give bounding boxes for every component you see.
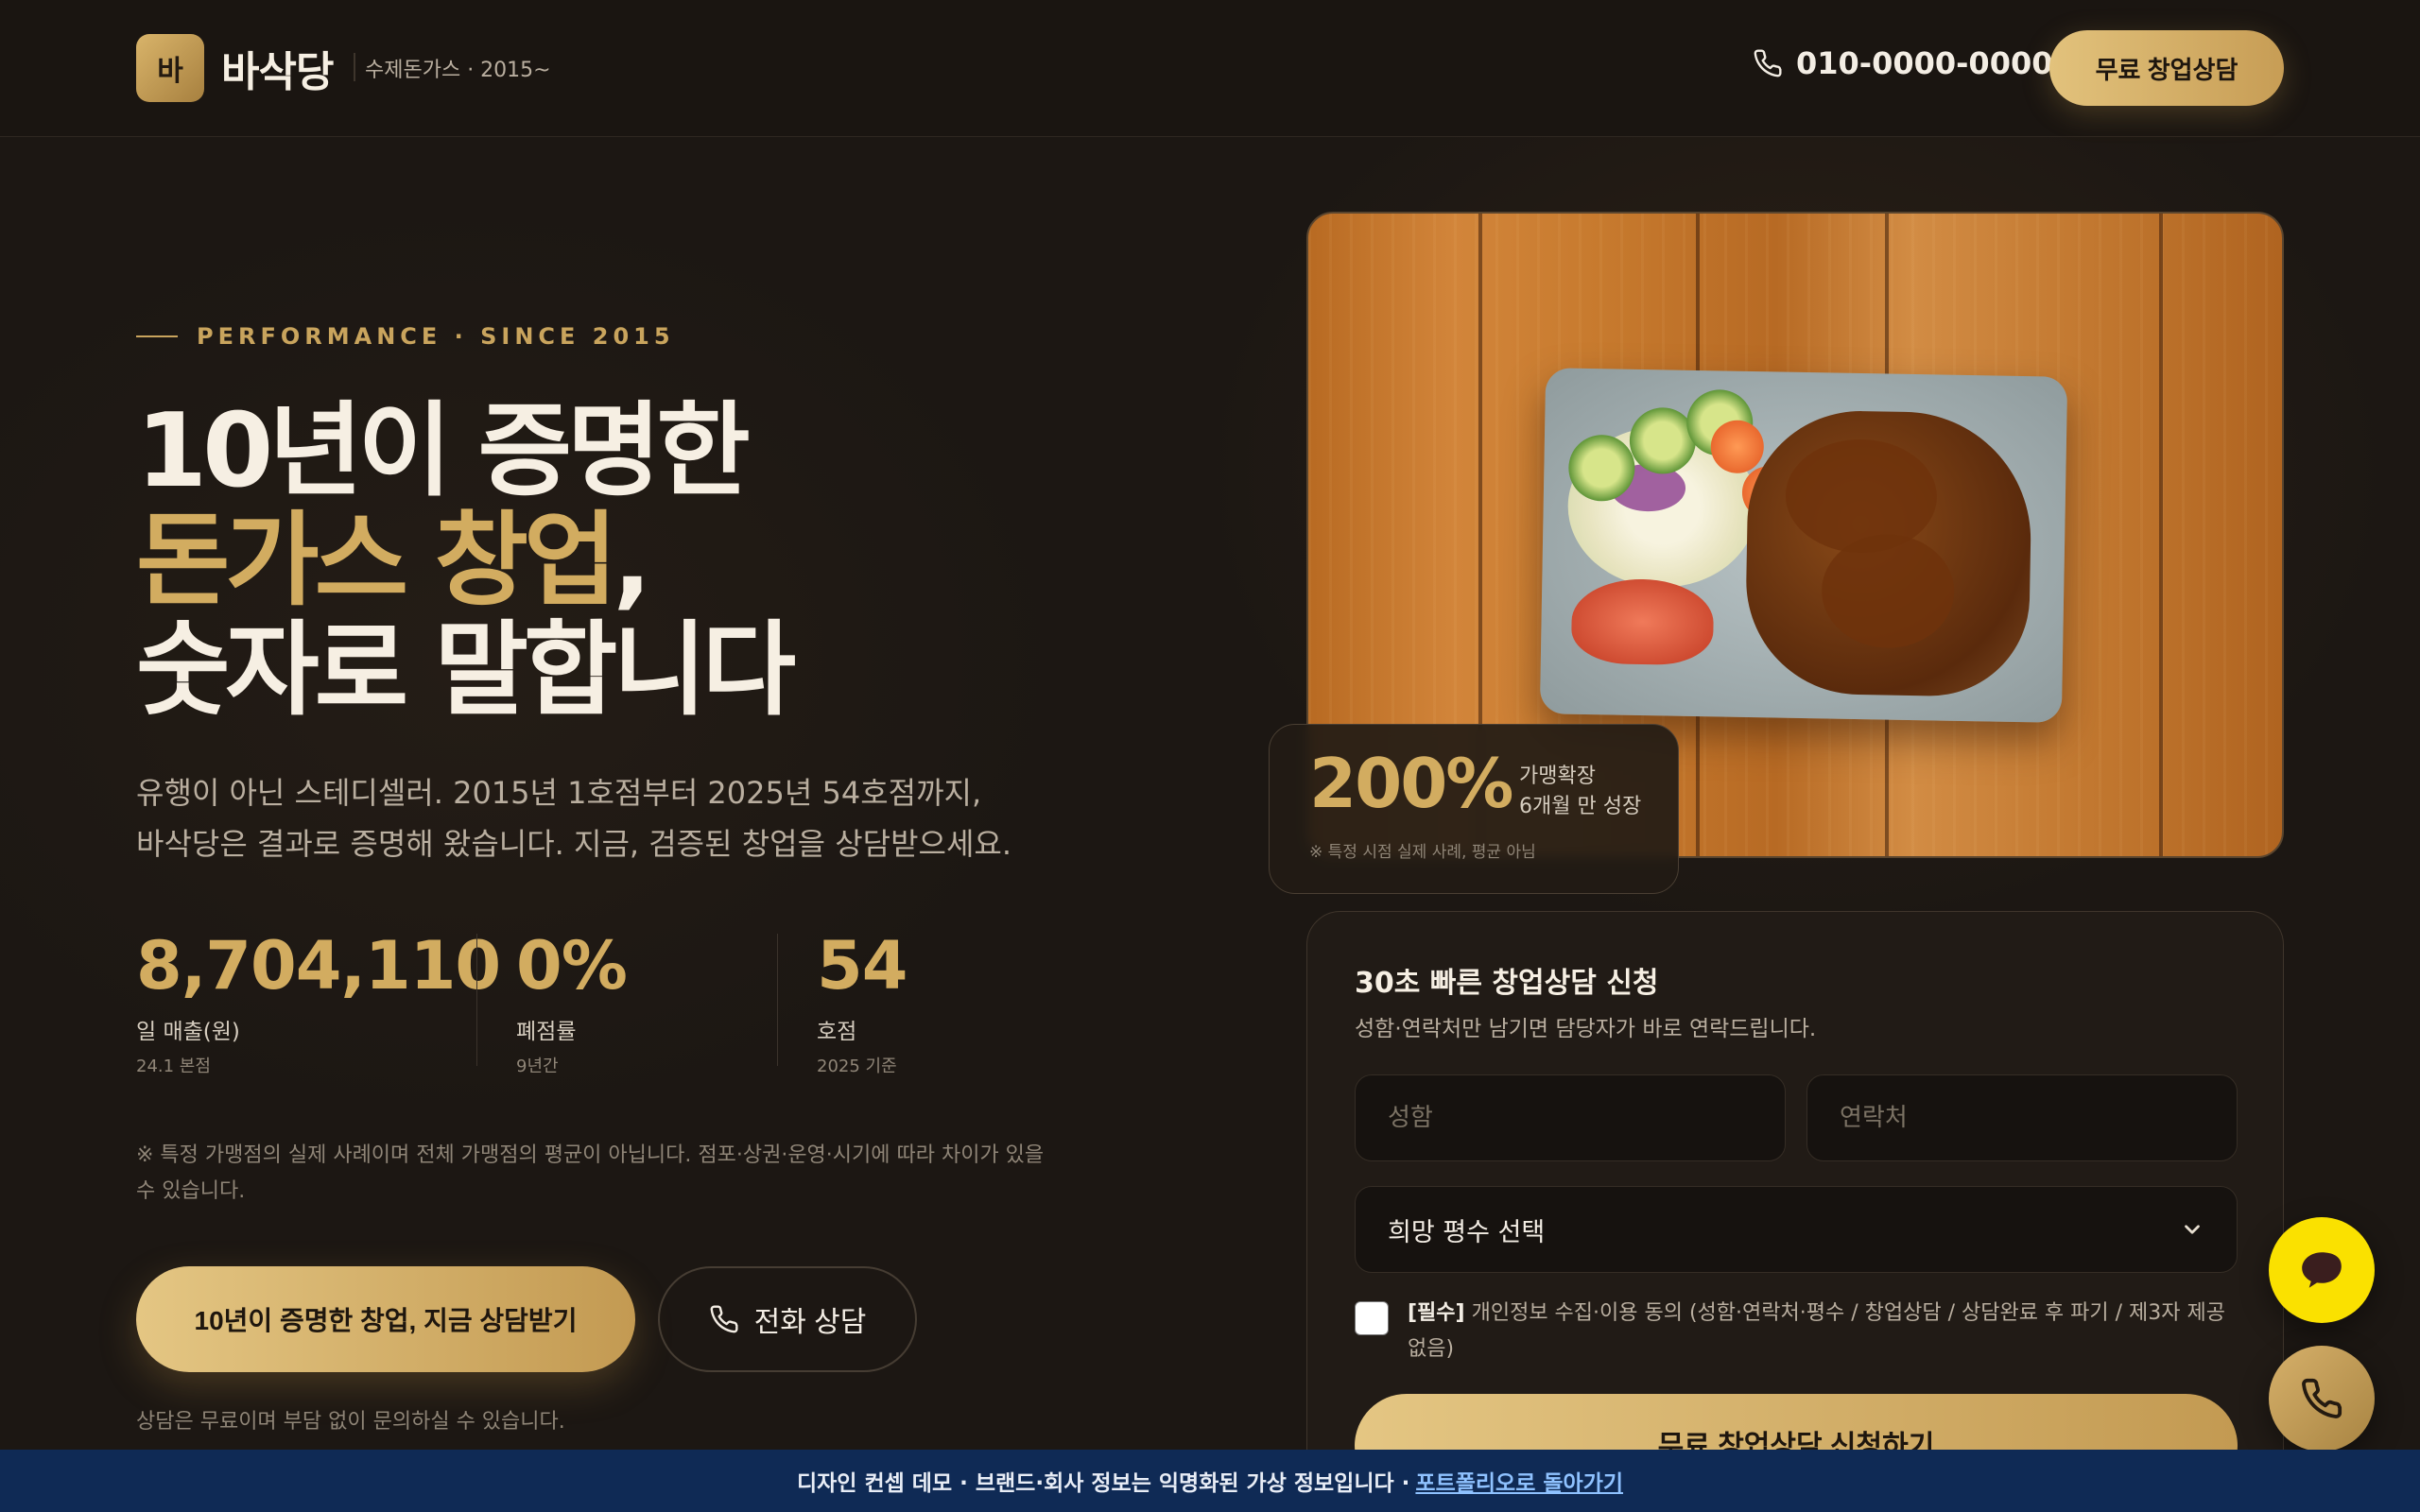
header-consult-button[interactable]: 무료 창업상담 (2049, 30, 2284, 106)
eyebrow-text: PERFORMANCE · SINCE 2015 (197, 323, 675, 350)
plate (1539, 368, 2068, 723)
hero-consult-button[interactable]: 10년이 증명한 창업, 지금 상담받기 (136, 1266, 635, 1372)
growth-line1: 가맹확장 (1519, 765, 1596, 788)
floating-call-button[interactable] (2269, 1346, 2375, 1452)
stat-divider (476, 934, 477, 1066)
demi-sauce (1821, 533, 1956, 649)
phone-input[interactable] (1806, 1074, 2238, 1161)
stat-value: 54 (817, 927, 908, 1005)
hero-title-line1: 10년이 증명한 (136, 392, 751, 510)
consent-required-tag: [필수] (1408, 1301, 1465, 1325)
hero-lead: 유행이 아닌 스테디셀러. 2015년 1호점부터 2025년 54호점까지, … (136, 767, 1138, 869)
demo-banner-text: 디자인 컨셉 데모 · 브랜드·회사 정보는 익명화된 가상 정보입니다 · (796, 1471, 1410, 1496)
tomato-slices (1570, 577, 1715, 666)
stat-label: 폐점률 (516, 1020, 577, 1044)
hero-title-line3: 숫자로 말합니다 (136, 611, 796, 730)
growth-line2: 6개월 만 성장 (1519, 795, 1642, 818)
consult-form: 30초 빠른 창업상담 신청 성함·연락처만 남기면 담당자가 바로 연락드립니… (1306, 911, 2284, 1512)
consent-text: [필수] 개인정보 수집·이용 동의 (성함·연락처·평수 / 창업상담 / 상… (1408, 1296, 2239, 1367)
kakao-chat-button[interactable] (2269, 1217, 2375, 1323)
stat-daily-sales: 8,704,110 일 매출(원) 24.1 본점 (136, 926, 501, 1076)
stat-sub: 24.1 본점 (136, 1057, 211, 1076)
growth-badge: 200% 가맹확장 6개월 만 성장 ※ 특정 시점 실제 사례, 평균 아님 (1269, 724, 1679, 894)
logo-divider (354, 53, 355, 81)
stat-sub: 9년간 (516, 1057, 559, 1076)
stats-disclaimer: ※ 특정 가맹점의 실제 사례이며 전체 가맹점의 평균이 아닙니다. 점포·상… (136, 1143, 1045, 1203)
header-phone-number: 010-0000-0000 (1796, 45, 2053, 81)
growth-value: 200% (1309, 744, 1513, 823)
form-title: 30초 빠른 창업상담 신청 (1355, 967, 1659, 1000)
phone-icon (710, 1305, 738, 1333)
logo-mark[interactable]: 바 (136, 34, 204, 102)
stat-divider (777, 934, 778, 1066)
hero-title-highlight: 돈가스 창업 (136, 502, 617, 620)
hero-title-comma: , (613, 502, 651, 620)
header-phone-link[interactable]: 010-0000-0000 (1753, 45, 2052, 81)
stat-closure-rate: 0% 폐점률 9년간 (516, 926, 628, 1076)
consent-description: 개인정보 수집·이용 동의 (성함·연락처·평수 / 창업상담 / 상담완료 후… (1408, 1301, 2225, 1361)
stat-value: 8,704,110 (136, 927, 501, 1005)
hero-eyebrow: PERFORMANCE · SINCE 2015 (136, 323, 675, 350)
phone-icon (1754, 49, 1782, 77)
eyebrow-line (136, 335, 178, 337)
form-subtitle: 성함·연락처만 남기면 담당자가 바로 연락드립니다. (1355, 1017, 1817, 1041)
stat-sub: 2025 기준 (817, 1057, 897, 1076)
chevron-down-icon (2185, 1225, 2200, 1234)
tonkatsu-cutlet (1744, 408, 2033, 698)
stat-label: 일 매출(원) (136, 1020, 240, 1044)
name-input[interactable] (1355, 1074, 1786, 1161)
demi-sauce (1784, 438, 1938, 555)
stat-store-count: 54 호점 2025 기준 (817, 926, 908, 1076)
phone-icon (2302, 1378, 2342, 1418)
demo-banner: 디자인 컨셉 데모 · 브랜드·회사 정보는 익명화된 가상 정보입니다 · 포… (0, 1450, 2420, 1512)
brand-name[interactable]: 바삭당 (221, 38, 334, 98)
wood-plank-seam (2159, 214, 2163, 856)
hero-title: 10년이 증명한 돈가스 창업, 숫자로 말합니다 (136, 397, 1176, 726)
hero-lead-line2: 바삭당은 결과로 증명해 왔습니다. 지금, 검증된 창업을 상담받으세요. (136, 826, 1012, 862)
consent-checkbox[interactable] (1355, 1301, 1389, 1335)
phone-consult-button[interactable]: 전화 상담 (658, 1266, 917, 1372)
hero-lead-line1: 유행이 아닌 스테디셀러. 2015년 1호점부터 2025년 54호점까지, (136, 775, 982, 811)
stat-label: 호점 (817, 1020, 857, 1044)
area-select-value: 희망 평수 선택 (1388, 1217, 1546, 1247)
site-header: 바 바삭당 수제돈가스 · 2015~ 010-0000-0000 무료 창업상… (0, 0, 2420, 137)
area-select[interactable]: 희망 평수 선택 (1355, 1186, 2238, 1273)
stat-value: 0% (516, 927, 628, 1005)
consult-note: 상담은 무료이며 부담 없이 문의하실 수 있습니다. (136, 1410, 565, 1434)
chat-bubble-icon (2302, 1252, 2342, 1288)
brand-tagline: 수제돈가스 · 2015~ (365, 59, 551, 82)
portfolio-back-link[interactable]: 포트폴리오로 돌아가기 (1415, 1465, 1623, 1497)
carrot-flower (1710, 420, 1765, 474)
phone-consult-label: 전화 상담 (753, 1307, 867, 1338)
growth-fineprint: ※ 특정 시점 실제 사례, 평균 아님 (1309, 843, 1536, 862)
